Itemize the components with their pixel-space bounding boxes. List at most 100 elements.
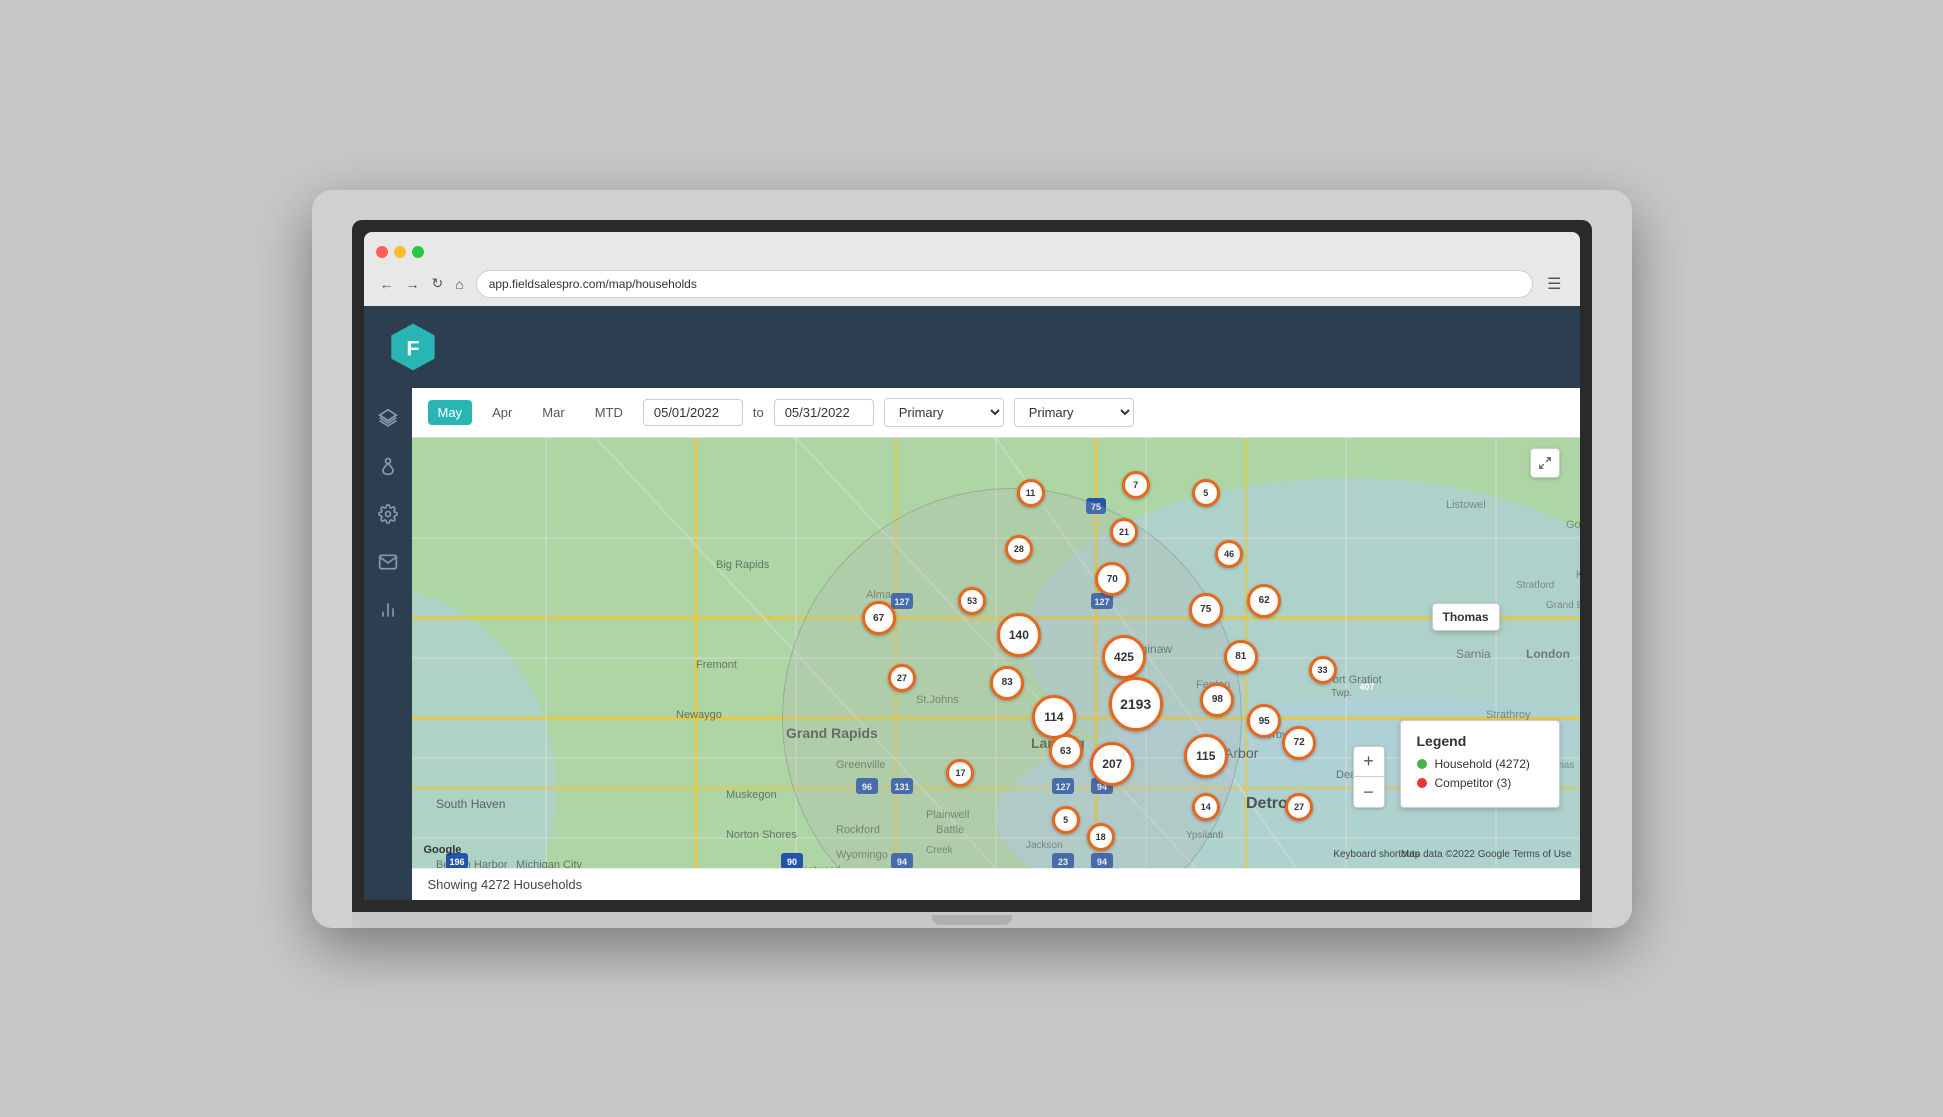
svg-text:Big Rapids: Big Rapids: [716, 559, 770, 571]
map-marker[interactable]: 115: [1184, 734, 1228, 778]
home-button[interactable]: ⌂: [451, 273, 467, 294]
svg-text:Newaygo: Newaygo: [676, 709, 722, 721]
households-count: Showing 4272 Households: [428, 877, 583, 892]
map-marker[interactable]: 27: [1285, 793, 1313, 821]
tab-mar[interactable]: Mar: [532, 400, 574, 425]
sidebar-icon-chart[interactable]: [374, 596, 402, 624]
svg-text:Sarnia: Sarnia: [1456, 647, 1491, 661]
laptop-frame: ← → ↻ ⌂ ☰ F: [312, 190, 1632, 928]
svg-text:Twp.: Twp.: [1331, 688, 1352, 699]
map-marker[interactable]: 62: [1247, 584, 1281, 618]
maximize-button[interactable]: [412, 246, 424, 258]
laptop-notch: [932, 915, 1012, 925]
zoom-controls: + −: [1353, 746, 1385, 808]
keyboard-shortcuts[interactable]: Keyboard shortcuts: [1333, 849, 1419, 860]
screen-bezel: ← → ↻ ⌂ ☰ F: [352, 220, 1592, 912]
map-marker[interactable]: 27: [888, 664, 916, 692]
svg-text:Goderich: Goderich: [1566, 519, 1580, 531]
view-select[interactable]: Primary: [1014, 398, 1134, 427]
toolbar: May Apr Mar MTD to Primary Secondary Pri…: [412, 388, 1580, 438]
reload-button[interactable]: ↻: [428, 273, 448, 294]
map-marker[interactable]: 5: [1192, 479, 1220, 507]
map-marker[interactable]: 98: [1200, 683, 1234, 717]
browser-nav-buttons: ← → ↻ ⌂: [376, 273, 468, 294]
date-from-input[interactable]: [643, 399, 743, 426]
svg-text:Muskegon: Muskegon: [726, 789, 777, 801]
map-marker[interactable]: 425: [1102, 635, 1146, 679]
svg-text:Norton Shores: Norton Shores: [726, 829, 797, 841]
fullscreen-button[interactable]: [1530, 448, 1560, 478]
map-marker[interactable]: 17: [946, 759, 974, 787]
map-marker[interactable]: 21: [1110, 518, 1138, 546]
date-to-input[interactable]: [774, 399, 874, 426]
forward-button[interactable]: →: [402, 273, 424, 294]
sidebar: [364, 388, 412, 900]
sidebar-icon-settings[interactable]: [374, 500, 402, 528]
map-marker[interactable]: 72: [1282, 726, 1316, 760]
zoom-in-button[interactable]: +: [1354, 747, 1384, 777]
app-container: F: [364, 306, 1580, 900]
household-label: Household (4272): [1435, 757, 1530, 771]
sidebar-icon-route[interactable]: [374, 452, 402, 480]
address-bar[interactable]: [476, 270, 1533, 298]
map-marker[interactable]: 70: [1095, 562, 1129, 596]
map-attribution: Map data ©2022 Google Terms of Use: [1401, 849, 1572, 860]
status-bar: Showing 4272 Households: [412, 868, 1580, 900]
map-marker[interactable]: 140: [997, 613, 1041, 657]
location-popup: Thomas: [1432, 603, 1500, 631]
browser-nav: ← → ↻ ⌂ ☰: [376, 264, 1568, 306]
map-marker[interactable]: 95: [1247, 704, 1281, 738]
map-marker[interactable]: 2193: [1109, 677, 1163, 731]
traffic-lights: [376, 246, 424, 258]
laptop-base: [352, 912, 1592, 928]
tab-apr[interactable]: Apr: [482, 400, 522, 425]
map-marker[interactable]: 53: [958, 587, 986, 615]
sidebar-icon-mail[interactable]: [374, 548, 402, 576]
close-button[interactable]: [376, 246, 388, 258]
tab-mtd[interactable]: MTD: [585, 400, 633, 425]
browser-menu-button[interactable]: ☰: [1541, 272, 1567, 296]
map-marker[interactable]: 46: [1215, 540, 1243, 568]
svg-text:Michigan City: Michigan City: [516, 859, 583, 868]
svg-text:Fremont: Fremont: [696, 659, 737, 671]
map-marker[interactable]: 33: [1309, 656, 1337, 684]
legend-household: Household (4272): [1417, 757, 1543, 771]
app-header: F: [364, 306, 1580, 388]
territory-select[interactable]: Primary Secondary: [884, 398, 1004, 427]
legend-title: Legend: [1417, 733, 1543, 749]
minimize-button[interactable]: [394, 246, 406, 258]
svg-text:Stratford: Stratford: [1516, 580, 1554, 591]
map-marker[interactable]: 67: [862, 601, 896, 635]
map-marker[interactable]: 75: [1189, 593, 1223, 627]
svg-text:Listowel: Listowel: [1446, 499, 1486, 511]
svg-text:90: 90: [786, 857, 796, 867]
map-marker[interactable]: 14: [1192, 793, 1220, 821]
competitor-label: Competitor (3): [1435, 776, 1512, 790]
date-separator: to: [753, 405, 764, 420]
map-marker[interactable]: 28: [1005, 535, 1033, 563]
map-marker[interactable]: 11: [1017, 479, 1045, 507]
app-body: May Apr Mar MTD to Primary Secondary Pri…: [364, 388, 1580, 900]
svg-text:407: 407: [1359, 682, 1374, 692]
back-button[interactable]: ←: [376, 273, 398, 294]
map-marker[interactable]: 207: [1090, 742, 1134, 786]
main-content: May Apr Mar MTD to Primary Secondary Pri…: [412, 388, 1580, 900]
map-marker[interactable]: 114: [1032, 695, 1076, 739]
map-marker[interactable]: 7: [1122, 471, 1150, 499]
competitor-dot: [1417, 778, 1427, 788]
browser-titlebar: [376, 240, 1568, 264]
map-marker[interactable]: 63: [1049, 734, 1083, 768]
tab-may[interactable]: May: [428, 400, 473, 425]
svg-text:196: 196: [449, 857, 464, 867]
svg-text:Strathroy: Strathroy: [1486, 709, 1531, 721]
sidebar-icon-layers[interactable]: [374, 404, 402, 432]
map-marker[interactable]: 81: [1224, 640, 1258, 674]
svg-text:South Haven: South Haven: [436, 797, 505, 811]
map-marker[interactable]: 5: [1052, 806, 1080, 834]
map-marker[interactable]: 83: [990, 666, 1024, 700]
map-marker[interactable]: 18: [1087, 823, 1115, 851]
zoom-out-button[interactable]: −: [1354, 777, 1384, 807]
svg-text:London: London: [1526, 647, 1570, 661]
map-background[interactable]: Grand Rapids Lansing Ann Arbor Detroit F…: [412, 438, 1580, 868]
household-dot: [1417, 759, 1427, 769]
